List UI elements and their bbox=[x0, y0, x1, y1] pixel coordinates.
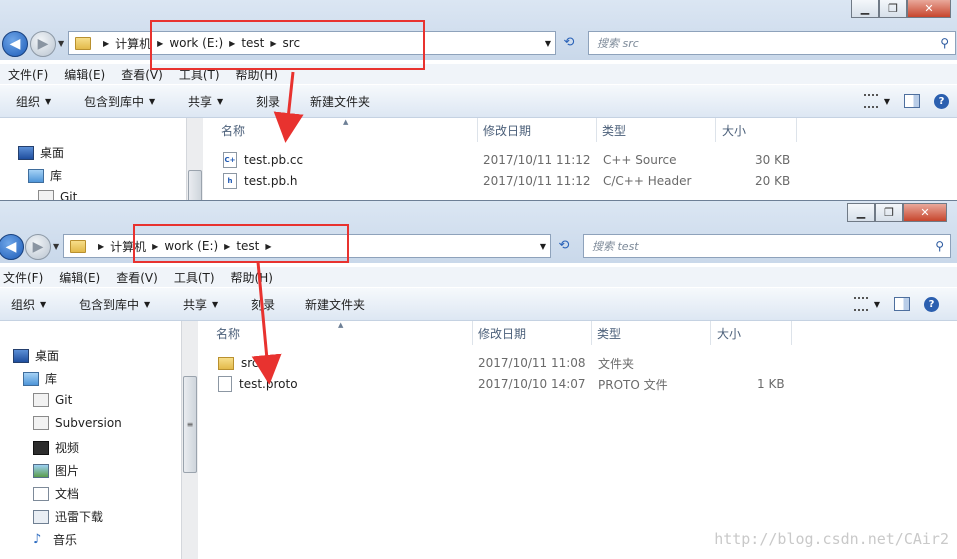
annotation-arrows bbox=[251, 71, 304, 385]
annotation-arrow-top bbox=[273, 71, 304, 143]
watermark: http://blog.csdn.net/CAir2 bbox=[714, 530, 949, 548]
annotation-arrow-bottom bbox=[251, 261, 282, 385]
